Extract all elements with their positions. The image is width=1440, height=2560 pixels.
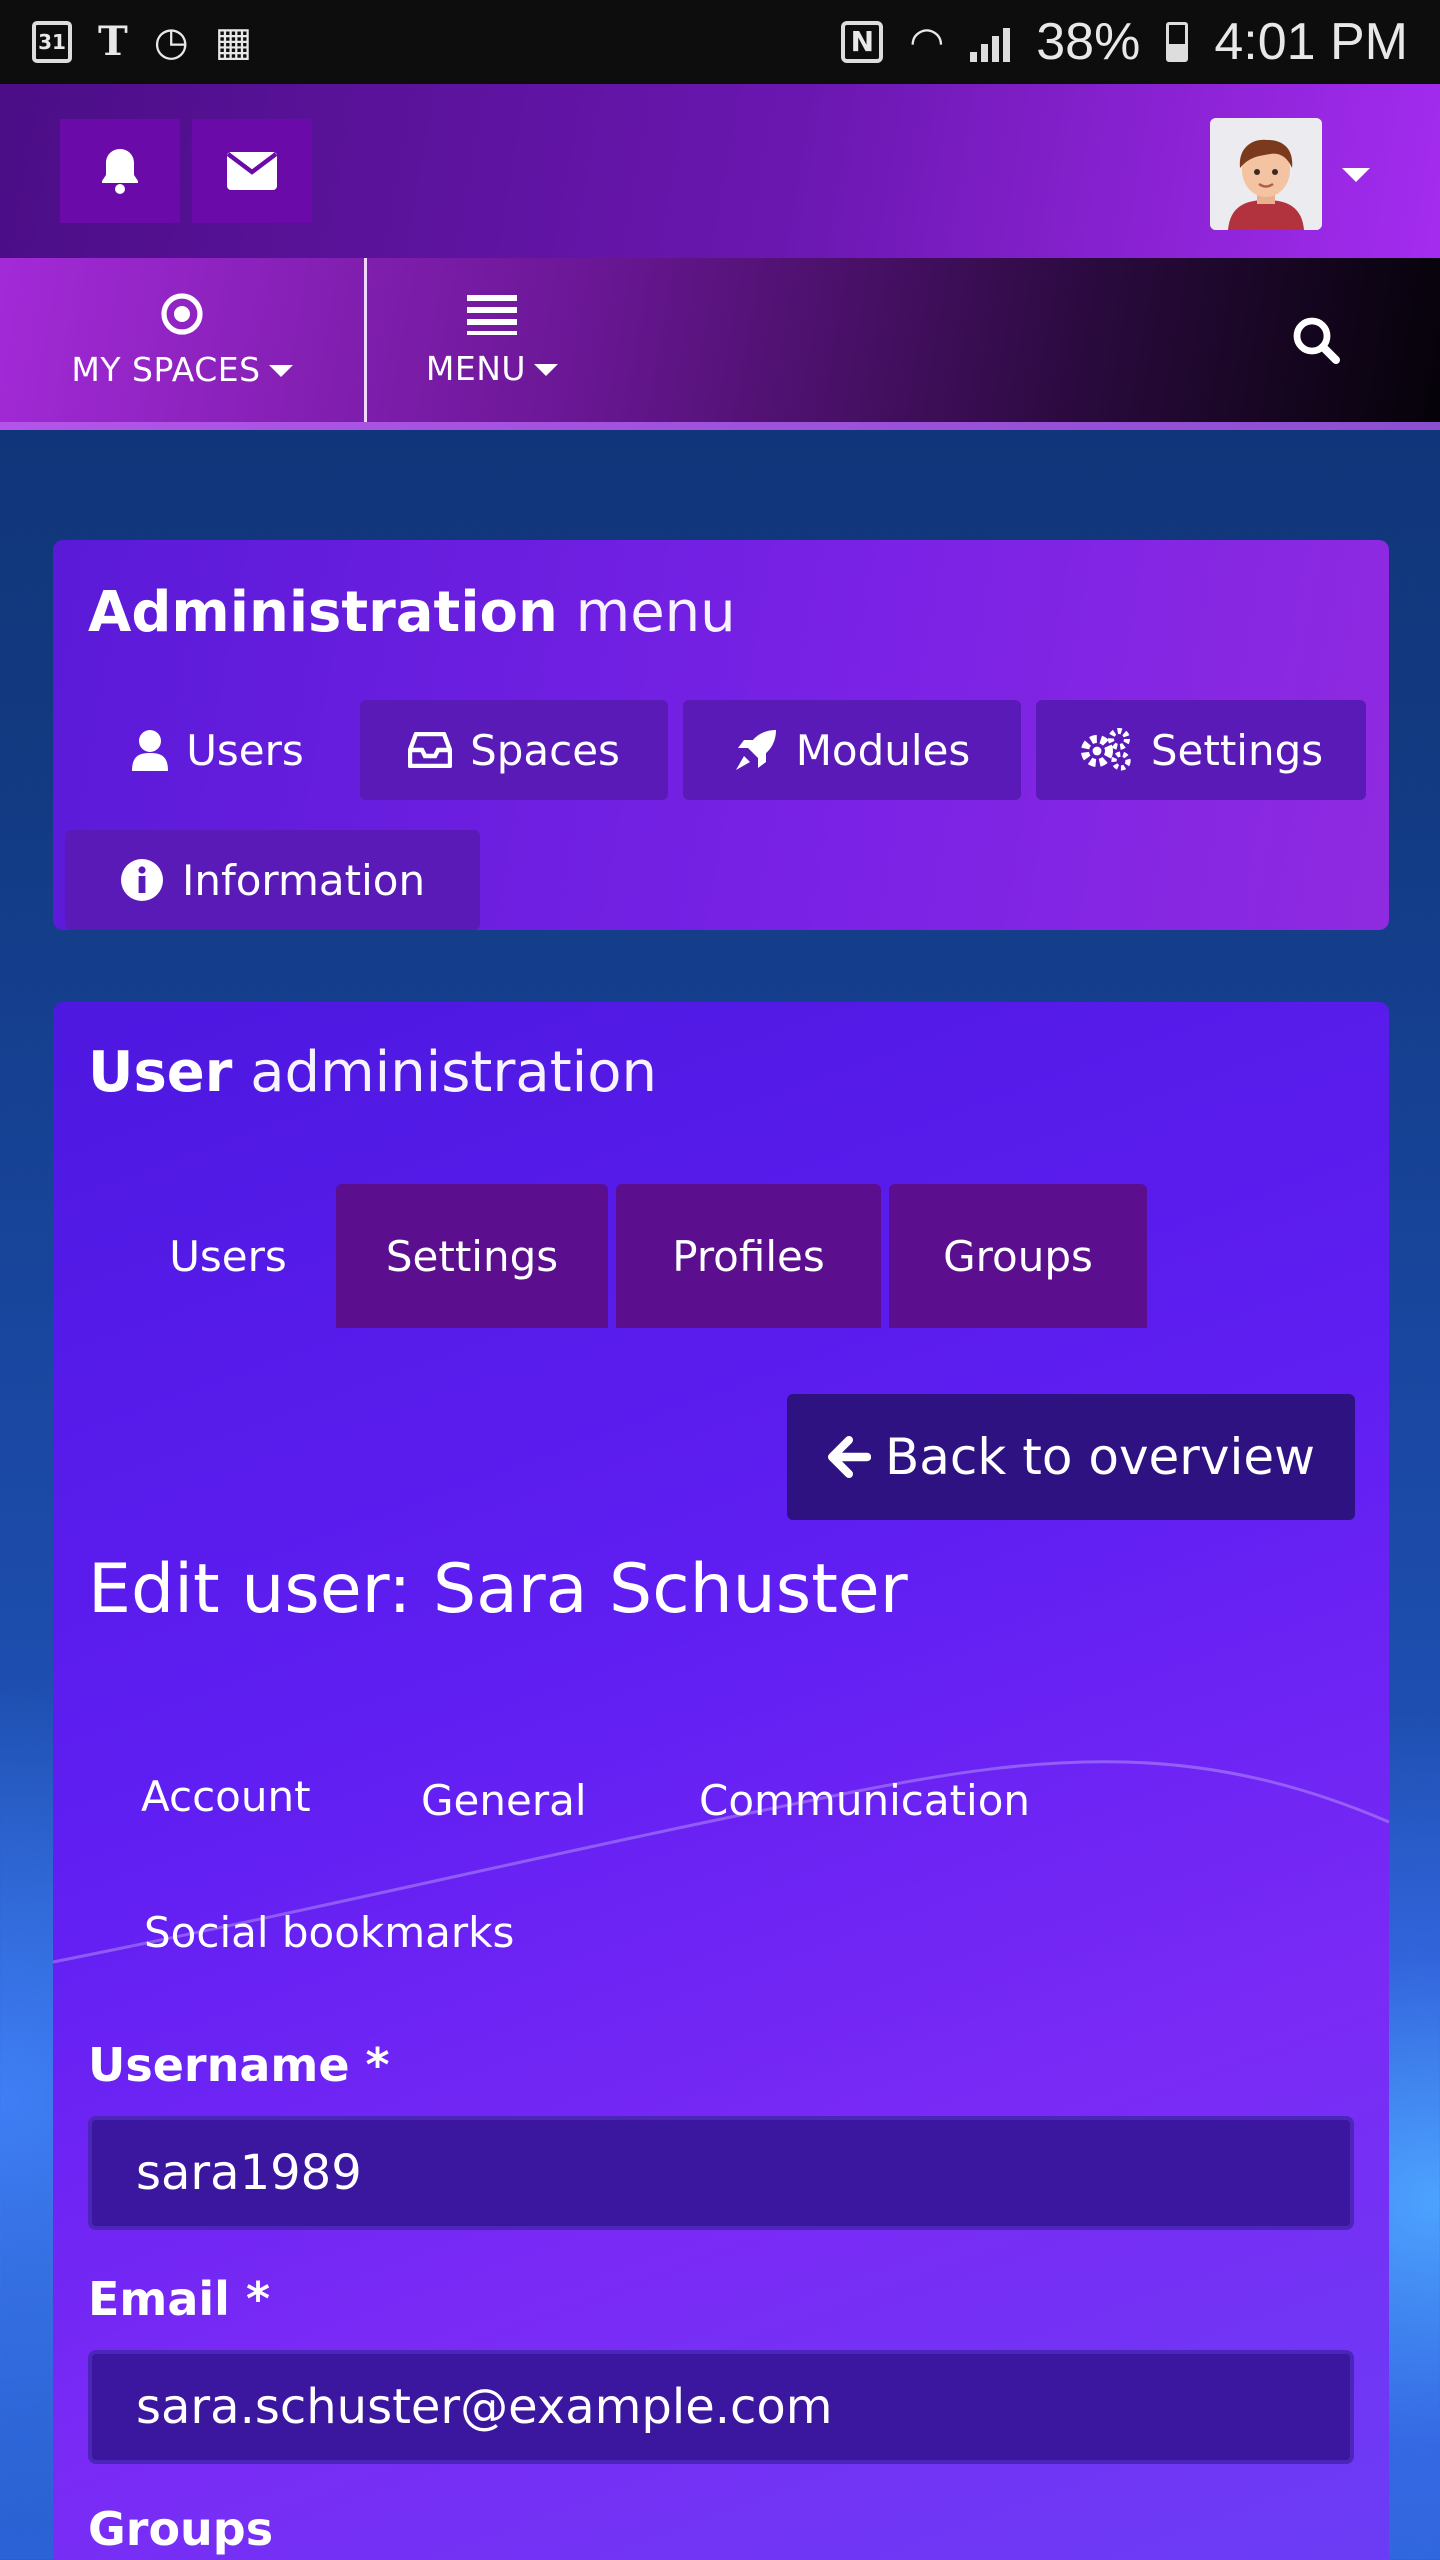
notifications-button[interactable] xyxy=(60,119,180,223)
admin-menu-information-label: Information xyxy=(181,855,426,905)
admin-menu-spaces-label: Spaces xyxy=(470,725,620,775)
nav-my-spaces-label: MY SPACES xyxy=(71,349,261,389)
caret-down-icon xyxy=(268,365,293,377)
alarm-icon: ◷ xyxy=(153,19,189,65)
subtab-communication[interactable]: Communication xyxy=(699,1776,1030,1825)
clock: 4:01 PM xyxy=(1214,13,1408,71)
avatar-icon xyxy=(1210,118,1322,230)
nfc-icon: N xyxy=(841,21,884,63)
battery-icon xyxy=(1166,22,1189,62)
title-bold: User xyxy=(88,1040,233,1105)
bell-icon xyxy=(102,149,138,194)
nav-my-spaces[interactable]: MY SPACES xyxy=(0,258,364,422)
top-header xyxy=(0,84,1440,258)
info-icon xyxy=(120,859,163,901)
title-light: menu xyxy=(575,580,736,645)
tab-profiles[interactable]: Profiles xyxy=(616,1184,881,1328)
tab-settings[interactable]: Settings xyxy=(336,1184,608,1328)
admin-menu-spaces[interactable]: Spaces xyxy=(360,700,668,800)
inbox-icon xyxy=(408,732,453,768)
admin-menu-users-label: Users xyxy=(186,725,304,775)
edit-user-title: Edit user: Sara Schuster xyxy=(88,1550,908,1629)
main-navbar: MY SPACES MENU xyxy=(0,258,1440,430)
messages-button[interactable] xyxy=(192,119,312,223)
carrier-icon: T xyxy=(98,18,128,65)
list-icon xyxy=(467,294,517,335)
tab-settings-label: Settings xyxy=(385,1231,559,1281)
admin-menu-settings-label: Settings xyxy=(1150,725,1324,775)
arrow-left-icon xyxy=(827,1436,871,1478)
caret-down-icon xyxy=(534,364,559,376)
tab-users[interactable]: Users xyxy=(103,1184,353,1328)
subtab-social-bookmarks[interactable]: Social bookmarks xyxy=(144,1908,514,1957)
envelope-icon xyxy=(226,152,278,190)
back-to-overview-label: Back to overview xyxy=(884,1428,1315,1486)
tab-users-label: Users xyxy=(169,1231,287,1281)
signal-icon xyxy=(970,22,1011,62)
calendar-grid-icon: ▦ xyxy=(214,19,253,65)
email-label: Email * xyxy=(88,2272,271,2326)
groups-label: Groups xyxy=(88,2502,274,2556)
account-dropdown-icon[interactable] xyxy=(1342,168,1370,182)
tab-profiles-label: Profiles xyxy=(672,1231,825,1281)
user-avatar[interactable] xyxy=(1210,118,1322,230)
administration-menu-title: Administration menu xyxy=(88,580,736,645)
admin-menu-information[interactable]: Information xyxy=(65,830,480,930)
administration-menu-panel: Administration menu Users Spaces Modules xyxy=(53,540,1389,930)
username-field[interactable]: sara1989 xyxy=(88,2116,1354,2230)
wifi-icon: ◠ xyxy=(909,19,945,65)
tab-groups[interactable]: Groups xyxy=(889,1184,1147,1328)
subtab-account[interactable]: Account xyxy=(141,1772,311,1821)
search-icon xyxy=(1293,317,1340,364)
dot-circle-icon xyxy=(161,292,203,335)
user-icon xyxy=(132,730,169,771)
username-label: Username * xyxy=(88,2038,390,2092)
admin-menu-modules-label: Modules xyxy=(795,725,971,775)
admin-menu-modules[interactable]: Modules xyxy=(683,700,1021,800)
status-bar: 31 T ◷ ▦ N ◠ 38% 4:01 PM xyxy=(0,0,1440,84)
admin-menu-settings[interactable]: Settings xyxy=(1036,700,1366,800)
decorative-wave xyxy=(53,1760,1389,1964)
title-light: administration xyxy=(250,1040,657,1105)
back-to-overview-button[interactable]: Back to overview xyxy=(787,1394,1355,1520)
title-bold: Administration xyxy=(88,580,558,645)
rocket-icon xyxy=(735,730,776,770)
nav-menu-label: MENU xyxy=(425,348,527,388)
user-administration-title: User administration xyxy=(88,1040,657,1105)
calendar-icon: 31 xyxy=(32,21,72,63)
battery-percent: 38% xyxy=(1036,13,1141,71)
nav-menu[interactable]: MENU xyxy=(367,258,617,422)
subtab-general[interactable]: General xyxy=(421,1776,587,1825)
gears-icon xyxy=(1080,728,1131,771)
search-button[interactable] xyxy=(1290,314,1350,374)
admin-menu-users[interactable]: Users xyxy=(73,700,363,800)
tab-groups-label: Groups xyxy=(943,1231,1093,1281)
user-administration-panel: User administration Users Settings Profi… xyxy=(53,1002,1389,2560)
email-field[interactable]: sara.schuster@example.com xyxy=(88,2350,1354,2464)
